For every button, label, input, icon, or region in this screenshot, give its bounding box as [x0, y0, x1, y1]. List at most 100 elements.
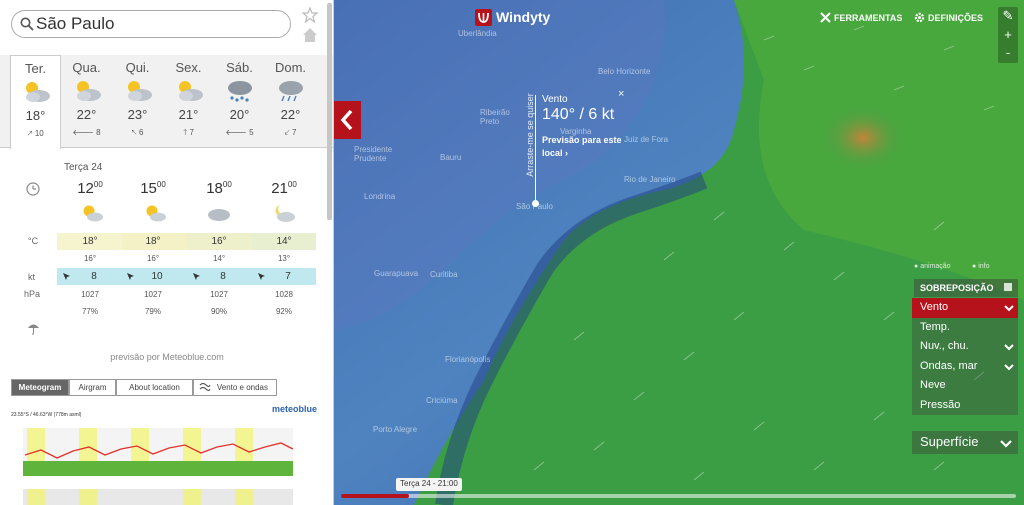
humidity-value: 92% [275, 307, 292, 316]
tab-airgram[interactable]: Airgram [69, 379, 116, 396]
meteogram-chart[interactable] [11, 403, 317, 505]
overlay-temp[interactable]: Temp. [912, 317, 1018, 337]
chevron-down-icon [1004, 305, 1014, 312]
settings-menu[interactable]: DEFINIÇÕES [914, 12, 983, 23]
humidity-value: 77% [81, 307, 98, 316]
wind-value: 8 [220, 271, 226, 282]
overlay-title-label: SOBREPOSIÇÃO [920, 283, 994, 293]
partly-cloudy-icon [76, 81, 101, 101]
animation-toggle[interactable]: ● animação [914, 263, 951, 270]
day-tab-sex[interactable]: Sex. 21° 🡑 7 [163, 55, 214, 149]
day-wind-value: 6 [139, 128, 144, 137]
overlay-label: Ondas, mar [920, 359, 978, 372]
picker-forecast-link[interactable]: Previsão para este local › [542, 134, 638, 160]
hour-label: 1800 [189, 180, 249, 197]
day-tab-qua[interactable]: Qua. 22° 🡐 8 [61, 55, 112, 149]
day-tab-ter[interactable]: Ter. 18° 🡕 10 [10, 55, 61, 149]
zoom-out-button[interactable]: - [998, 44, 1018, 62]
panel-scrollbar[interactable] [327, 3, 332, 220]
day-wind: 🡐 5 [225, 128, 254, 137]
home-icon[interactable] [302, 27, 318, 43]
tools-label: FERRAMENTAS [834, 13, 903, 23]
temp-value: 18° [145, 236, 161, 247]
day-tab-qui[interactable]: Qui. 23° 🡔 6 [112, 55, 163, 149]
city-label: Ribeirão Preto [480, 108, 510, 126]
brand-name: Windyty [496, 9, 551, 25]
pressure-value: 1027 [210, 290, 228, 299]
clock-icon [26, 182, 40, 196]
timeline-progress [341, 494, 409, 498]
day-wind-value: 7 [189, 128, 194, 137]
city-label: Presidente Prudente [354, 145, 393, 163]
info-label: info [978, 263, 990, 270]
tab-about-location[interactable]: About location [116, 379, 193, 396]
temp-unit-label: °C [28, 236, 39, 246]
day-wind: 🡑 7 [183, 128, 194, 137]
feels-like-value: 14° [212, 254, 226, 263]
day-name: Qua. [72, 60, 101, 75]
feels-like-value: 16° [146, 254, 160, 263]
wind-waves-label: Vento e ondas [216, 383, 268, 392]
timeline-slider[interactable] [341, 494, 1016, 498]
picker-close-button[interactable]: × [618, 88, 624, 100]
day-wind-value: 7 [292, 128, 297, 137]
picker-line [535, 95, 536, 203]
overlay-clouds[interactable]: Nuv., chu. [912, 337, 1018, 357]
overlay-label: Neve [920, 379, 946, 391]
detail-date: Terça 24 [64, 162, 103, 173]
day-wind: 🡐 8 [72, 128, 101, 137]
gear-icon [914, 12, 925, 23]
tools-menu[interactable]: FERRAMENTAS [820, 12, 902, 23]
feels-like-value: 16° [83, 254, 97, 263]
search-box[interactable] [11, 10, 291, 38]
city-label: Porto Alegre [373, 425, 418, 434]
partly-cloudy-icon [178, 81, 203, 101]
overlay-header: SOBREPOSIÇÃO [914, 279, 1018, 297]
overlay-snow[interactable]: Neve [912, 376, 1018, 396]
overlay-waves[interactable]: Ondas, mar [912, 356, 1018, 376]
day-tab-dom[interactable]: Dom. 22° 🡗 7 [265, 55, 316, 149]
chevron-down-icon [1000, 440, 1012, 448]
info-toggle[interactable]: ● info [972, 263, 989, 270]
wind-value: 7 [285, 271, 291, 282]
day-temp: 22° [76, 107, 97, 122]
hour-value: 18 [206, 180, 223, 197]
city-label: Uberlândia [458, 29, 497, 38]
city-label: Florianópolis [445, 355, 491, 364]
picker-title: Vento [542, 94, 568, 105]
collapse-panel-button[interactable] [334, 101, 361, 139]
day-wind-value: 5 [249, 128, 254, 137]
sun-cloud-icon [146, 205, 166, 222]
overlay-label: Nuv., chu. [920, 340, 969, 352]
pencil-icon[interactable]: ✎ [998, 7, 1018, 25]
humidity-value: 90% [210, 307, 227, 316]
day-name: Qui. [125, 60, 150, 75]
weather-map[interactable]: Uberlândia Belo Horizonte Ribeirão Preto… [334, 0, 1024, 505]
hour-label: 1500 [123, 180, 183, 197]
star-icon[interactable] [302, 7, 318, 23]
map-background [334, 0, 1024, 505]
tab-meteogram[interactable]: Meteogram [11, 379, 69, 396]
wind-waves-icon [199, 383, 211, 391]
day-tab-sab[interactable]: Sáb. 20° 🡐 5 [214, 55, 265, 149]
day-temp: 20° [229, 107, 250, 122]
picker-value: 140° / 6 kt [542, 106, 615, 123]
day-name: Sáb. [226, 60, 253, 75]
overlay-pressure[interactable]: Pressão [912, 395, 1018, 415]
temp-value: 18° [82, 236, 98, 247]
collapse-icon[interactable] [1004, 283, 1012, 291]
altitude-selector[interactable]: Superfície [912, 431, 1018, 454]
day-temp: 23° [127, 107, 148, 122]
temp-value: 16° [211, 236, 227, 247]
search-input[interactable] [36, 14, 286, 34]
forecast-credit[interactable]: previsão por Meteoblue.com [0, 352, 333, 362]
overlay-label: Temp. [920, 320, 950, 333]
hour-value: 15 [140, 180, 157, 197]
windyty-logo-icon [475, 9, 492, 26]
zoom-in-button[interactable]: + [998, 26, 1018, 44]
city-label: Bauru [440, 153, 462, 162]
meteoblue-logo[interactable]: meteoblue [272, 404, 317, 414]
day-wind-value: 10 [34, 129, 44, 138]
hour-minutes: 00 [156, 180, 166, 189]
overlay-wind[interactable]: Vento [912, 298, 1018, 318]
